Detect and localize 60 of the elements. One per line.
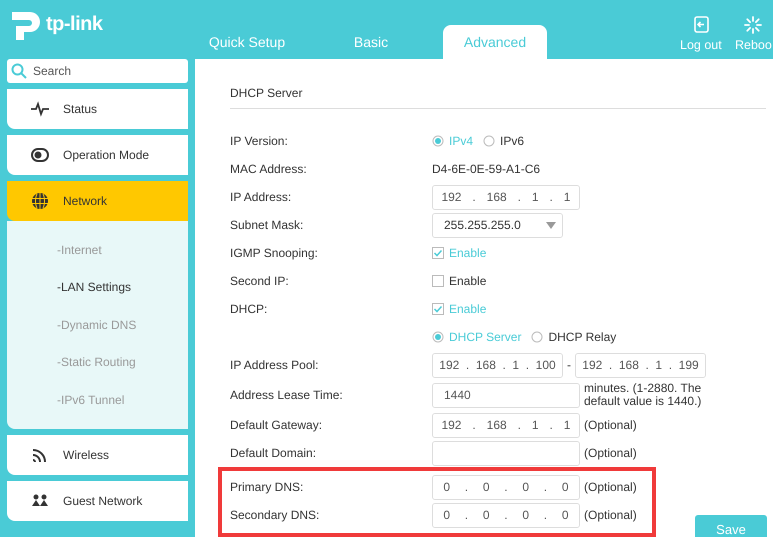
field-label: Subnet Mask: — [230, 218, 304, 232]
ip-input[interactable]: 192 . 168 . 1 . 1 — [432, 412, 580, 438]
field-label: Secondary DNS: — [230, 508, 320, 522]
ip-input[interactable]: 0 . 0 . 0 . 0 — [432, 502, 580, 528]
menu-label: Wireless — [63, 446, 110, 464]
field-label: Address Lease Time: — [230, 388, 343, 402]
globe-icon — [31, 192, 49, 210]
caret-icon — [546, 222, 556, 228]
pulse-icon — [31, 100, 49, 118]
sidebar-item[interactable]: Wireless — [7, 434, 188, 474]
field-label: IP Address Pool: — [230, 358, 318, 372]
menu-label: Guest Network — [63, 492, 142, 510]
ip-input[interactable]: 192 . 168 . 1 . 100 — [432, 352, 563, 378]
section-title: DHCP Server — [230, 84, 766, 109]
submenu-item[interactable]: -LAN Settings — [57, 268, 188, 306]
field-label: Default Domain: — [230, 446, 316, 460]
logout-icon — [692, 16, 710, 34]
radio-option[interactable]: IPv6 — [483, 132, 524, 150]
field-label: Second IP: — [230, 274, 289, 288]
menu-label: Status — [63, 101, 98, 118]
text-input[interactable] — [432, 440, 580, 466]
logo-text: tp-link — [46, 12, 102, 37]
ip-input[interactable]: 192 . 168 . 1 . 199 — [575, 352, 706, 378]
field-value: D4-6E-0E-59-A1-C6 — [432, 161, 540, 178]
hint-text: (Optional) — [584, 446, 637, 460]
text-input[interactable]: 1440 — [432, 382, 580, 408]
range-dash: - — [567, 357, 571, 374]
checkbox-icon — [432, 275, 444, 287]
hint-text: (Optional) — [584, 508, 637, 522]
menu-label: Network — [63, 193, 108, 210]
ip-input[interactable]: 0 . 0 . 0 . 0 — [432, 474, 580, 500]
radio-icon — [531, 331, 544, 343]
field-label: MAC Address: — [230, 162, 307, 176]
sidebar-item[interactable]: Guest Network — [7, 480, 188, 520]
toggle-icon — [31, 146, 49, 164]
radio-selected-icon — [432, 135, 444, 147]
checkbox-checked-icon — [432, 247, 444, 259]
ip-input[interactable]: 192 . 168 . 1 . 1 — [432, 184, 580, 210]
sidebar-item[interactable]: Status — [7, 89, 188, 129]
radio-option[interactable]: DHCP Relay — [531, 328, 616, 346]
checkbox-option[interactable]: Enable — [432, 272, 486, 290]
radio-icon — [483, 135, 496, 147]
sidebar-item[interactable]: Operation Mode — [7, 135, 188, 175]
field-label: IP Address: — [230, 190, 292, 204]
search-icon — [11, 63, 27, 79]
sidebar-item[interactable]: Network — [7, 181, 188, 221]
menu-label: Operation Mode — [63, 147, 150, 164]
radio-selected-icon — [432, 331, 444, 343]
hint-text: (Optional) — [584, 480, 637, 494]
field-label: DHCP: — [230, 302, 268, 316]
field-label: Primary DNS: — [230, 480, 304, 494]
hint-text: (Optional) — [584, 418, 637, 432]
hint-text: minutes. (1-2880. The default value is 1440.) — [584, 382, 702, 408]
field-label: Default Gateway: — [230, 418, 322, 432]
checkbox-checked-icon — [432, 303, 444, 315]
field-label: IP Version: — [230, 134, 288, 148]
search-field[interactable]: Search — [7, 59, 188, 83]
field-label: IGMP Snooping: — [230, 246, 318, 260]
subnet-select[interactable]: 255.255.255.0 — [432, 212, 563, 238]
reboot-icon — [744, 16, 762, 34]
